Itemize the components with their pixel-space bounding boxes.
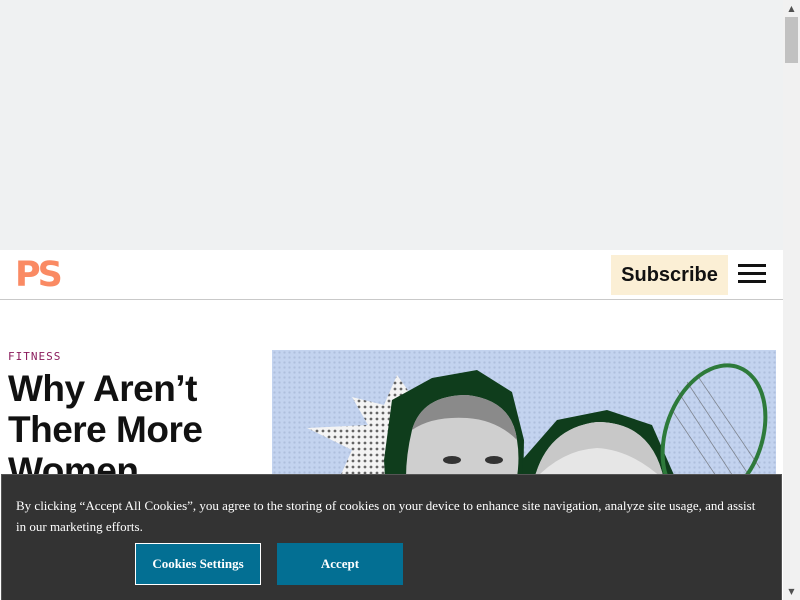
- menu-line: [738, 264, 766, 267]
- accept-cookies-button[interactable]: Accept: [277, 543, 403, 585]
- article-headline[interactable]: Why Aren’t There More Women…: [8, 368, 258, 491]
- scrollbar[interactable]: ▲ ▼: [783, 0, 800, 600]
- cookies-settings-button[interactable]: Cookies Settings: [135, 543, 261, 585]
- hamburger-menu-icon[interactable]: [738, 264, 766, 286]
- site-header: PS Subscribe: [0, 250, 783, 300]
- menu-line: [738, 280, 766, 283]
- scroll-up-arrow-icon[interactable]: ▲: [783, 0, 800, 17]
- ps-logo[interactable]: PS: [15, 257, 63, 293]
- cookie-banner: By clicking “Accept All Cookies”, you ag…: [1, 474, 782, 600]
- cookie-banner-text: By clicking “Accept All Cookies”, you ag…: [16, 498, 756, 534]
- menu-line: [738, 272, 766, 275]
- scroll-down-arrow-icon[interactable]: ▼: [783, 583, 800, 600]
- subscribe-button[interactable]: Subscribe: [611, 255, 728, 295]
- ad-placeholder: [0, 0, 783, 250]
- article-category[interactable]: FITNESS: [8, 350, 61, 363]
- player-left-eye: [485, 456, 503, 464]
- player-left-eye: [443, 456, 461, 464]
- scroll-thumb[interactable]: [785, 17, 798, 63]
